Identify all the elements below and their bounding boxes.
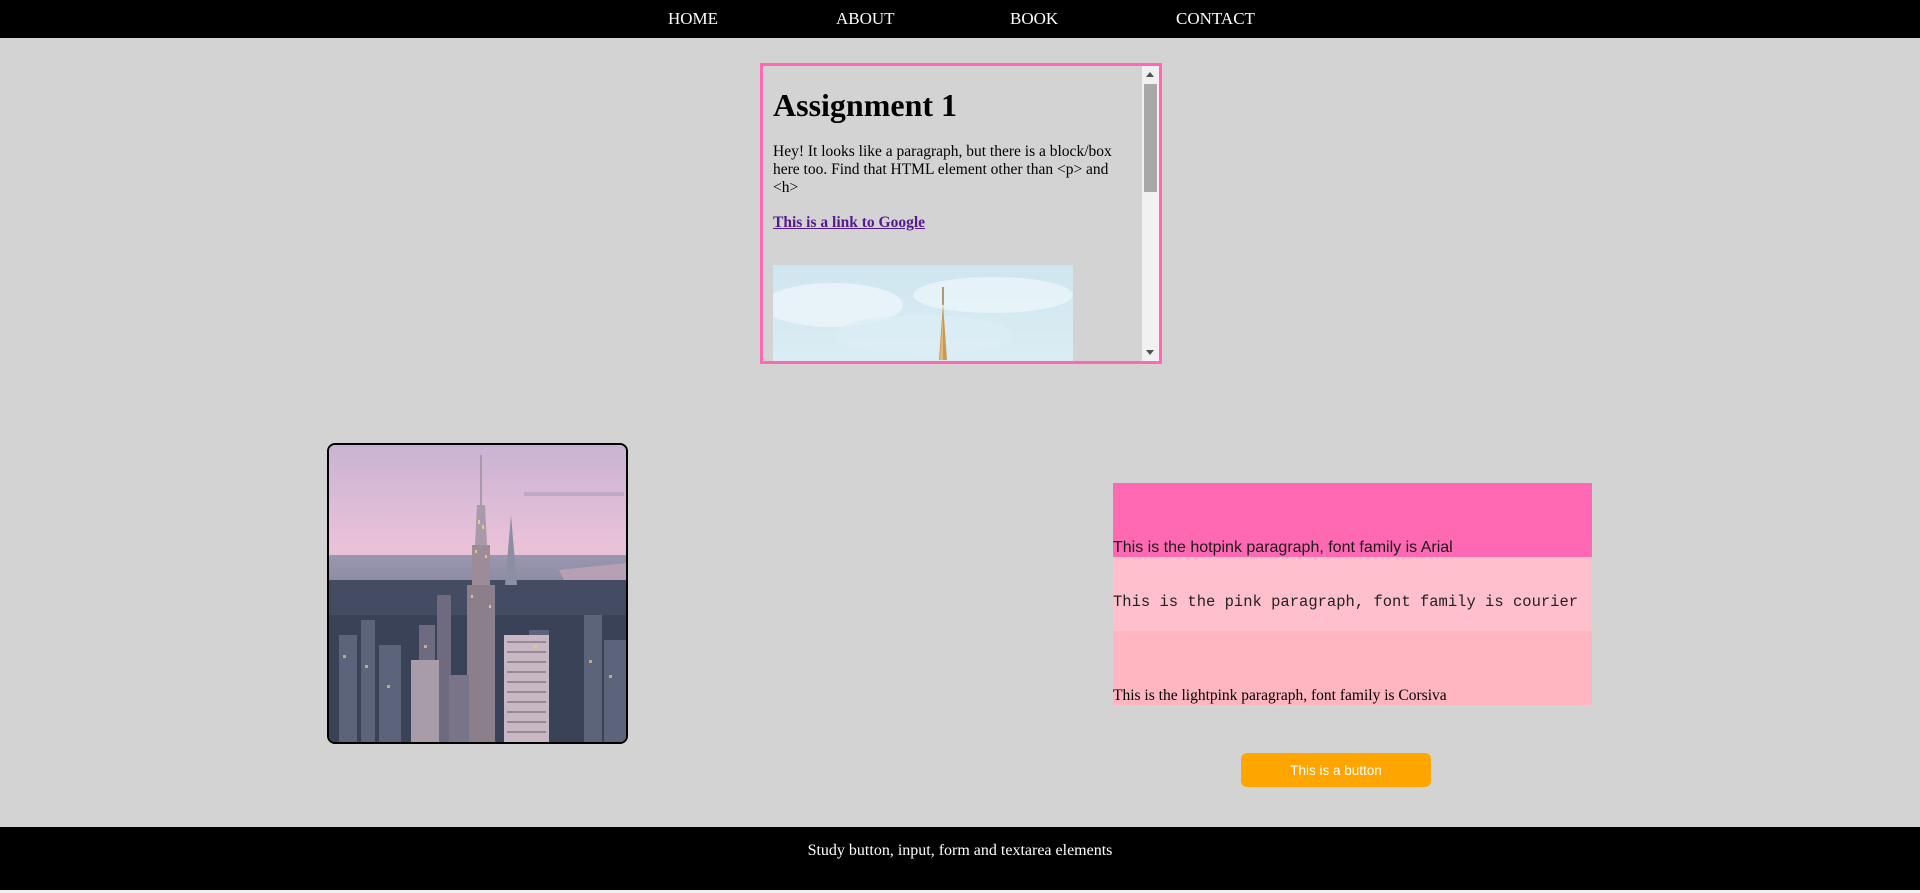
nav-contact-link[interactable]: CONTACT bbox=[1176, 9, 1255, 29]
hotpink-paragraph: This is the hotpink paragraph, font fami… bbox=[1113, 483, 1592, 557]
nav-about-link[interactable]: ABOUT bbox=[836, 9, 895, 29]
orange-button[interactable]: This is a button bbox=[1241, 753, 1431, 787]
lightpink-paragraph: This is the lightpink paragraph, font fa… bbox=[1113, 631, 1592, 705]
footer-text: Study button, input, form and textarea e… bbox=[807, 842, 1113, 859]
scroll-box-content: Assignment 1 Hey! It looks like a paragr… bbox=[773, 66, 1133, 361]
spire-image bbox=[773, 265, 1073, 361]
pink-paragraph-text: This is the pink paragraph, font family … bbox=[1113, 593, 1579, 611]
assignment-title: Assignment 1 bbox=[773, 87, 958, 123]
scrollbar-thumb[interactable] bbox=[1144, 84, 1157, 192]
google-link[interactable]: This is a link to Google bbox=[773, 214, 1133, 232]
top-nav: HOME ABOUT BOOK CONTACT bbox=[0, 0, 1920, 38]
scroll-down-icon[interactable] bbox=[1146, 350, 1154, 355]
scroll-up-icon[interactable] bbox=[1146, 72, 1154, 77]
assignment-scroll-box[interactable]: Assignment 1 Hey! It looks like a paragr… bbox=[760, 63, 1162, 364]
pink-paragraph: This is the pink paragraph, font family … bbox=[1113, 557, 1592, 631]
paragraph-stack: This is the hotpink paragraph, font fami… bbox=[1113, 483, 1592, 705]
nav-home-link[interactable]: HOME bbox=[668, 9, 718, 29]
hotpink-paragraph-text: This is the hotpink paragraph, font fami… bbox=[1113, 539, 1453, 556]
footer: Study button, input, form and textarea e… bbox=[0, 827, 1920, 890]
lightpink-paragraph-text: This is the lightpink paragraph, font fa… bbox=[1113, 687, 1447, 704]
nav-book-link[interactable]: BOOK bbox=[1010, 9, 1058, 29]
assignment-paragraph: Hey! It looks like a paragraph, but ther… bbox=[773, 143, 1112, 197]
city-skyline-image bbox=[327, 443, 628, 744]
scroll-box-scrollbar[interactable] bbox=[1142, 66, 1159, 361]
